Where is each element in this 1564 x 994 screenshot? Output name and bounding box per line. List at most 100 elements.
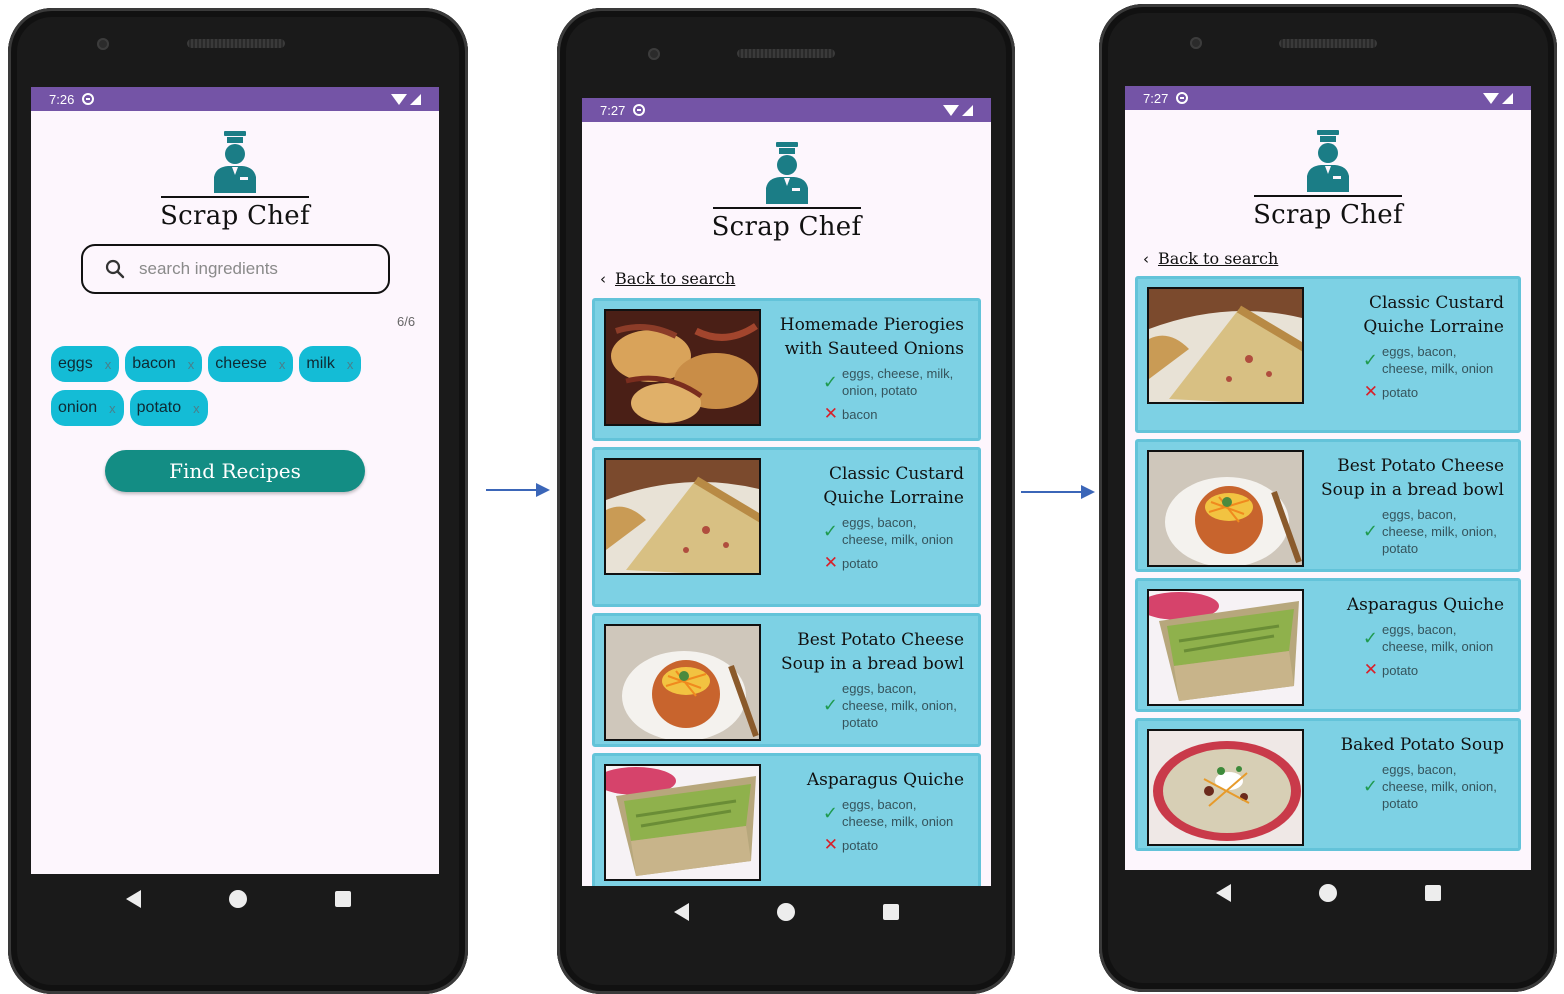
flow-arrow-1 [486,483,550,497]
check-icon: ✓ [1362,627,1378,649]
recipe-info: Homemade Pierogies with Sauteed Onions ✓… [761,301,978,438]
recipe-image [604,458,761,575]
app-logo: Scrap Chef [582,142,991,242]
back-to-search-link[interactable]: ‹ Back to search [600,269,735,288]
recipe-card[interactable]: Baked Potato Soup ✓ eggs, bacon, cheese,… [1135,718,1521,851]
front-camera [648,48,660,60]
chef-icon [1307,130,1349,192]
check-icon: ✓ [822,371,838,393]
nav-back-icon[interactable] [673,903,689,921]
recipe-card[interactable]: Asparagus Quiche ✓ eggs, bacon, cheese, … [1135,578,1521,712]
remove-chip-icon[interactable]: x [105,357,112,372]
recipe-title: Classic Custard Quiche Lorraine [823,464,964,508]
app-logo: Scrap Chef [1125,130,1531,230]
chip-counter: 6/6 [397,314,416,329]
have-ingredients: ✓ eggs, bacon, cheese, milk, onion [1310,621,1504,655]
chip-label: milk [306,355,335,372]
have-ingredients: ✓ eggs, cheese, milk, onion, potato [767,365,964,399]
quiche-photo [1149,289,1302,402]
chevron-left-icon: ‹ [1143,249,1149,268]
status-time: 7:27 [1143,90,1169,106]
nav-recents-icon[interactable] [1424,885,1441,901]
back-to-search-link[interactable]: ‹ Back to search [1143,249,1278,268]
recipe-info: Baked Potato Soup ✓ eggs, bacon, cheese,… [1304,721,1518,848]
missing-ingredients: ✕ potato [1310,382,1504,402]
screen-results-1: 7:27 Scrap Chef ‹ Back to search Homemad… [582,98,991,886]
recipe-card[interactable]: Best Potato Cheese Soup in a bread bowl … [1135,439,1521,572]
have-list: eggs, bacon, cheese, milk, onion, potato [1382,507,1497,556]
chip-milk[interactable]: milk x [299,346,362,382]
nav-recents-icon[interactable] [882,904,899,920]
logo-underline [1254,195,1402,197]
back-label: Back to search [1158,249,1279,268]
app-title: Scrap Chef [160,201,310,231]
recipe-card[interactable]: Asparagus Quiche ✓ eggs, bacon, cheese, … [592,753,981,886]
have-ingredients: ✓ eggs, bacon, cheese, milk, onion, pota… [767,680,964,731]
nav-back-icon[interactable] [125,890,141,908]
nav-home-icon[interactable] [228,890,247,908]
have-list: eggs, bacon, cheese, milk, onion [842,797,954,829]
find-recipes-button[interactable]: Find Recipes [105,450,365,492]
recipe-image [1147,287,1304,404]
chip-eggs[interactable]: eggs x [51,346,120,382]
recipe-card[interactable]: Classic Custard Quiche Lorraine ✓ eggs, … [592,447,981,607]
phone-search: 7:26 Scrap Chef 6/6 [8,8,468,994]
chip-label: cheese [215,355,267,372]
missing-ingredients: ✕ bacon [767,404,964,424]
recipe-image [1147,450,1304,567]
chef-icon [214,131,256,193]
chef-icon [765,142,808,204]
back-label: Back to search [615,269,736,288]
app-title: Scrap Chef [711,212,862,242]
recipe-list: Homemade Pierogies with Sauteed Onions ✓… [592,298,981,886]
search-field[interactable] [81,244,390,294]
recipe-card[interactable]: Homemade Pierogies with Sauteed Onions ✓… [592,298,981,441]
status-bar: 7:26 [31,87,439,111]
check-icon: ✓ [822,802,838,824]
cross-icon: ✕ [1363,382,1378,402]
remove-chip-icon[interactable]: x [279,357,286,372]
recipe-list: Classic Custard Quiche Lorraine ✓ eggs, … [1135,276,1521,870]
have-ingredients: ✓ eggs, bacon, cheese, milk, onion [767,796,964,830]
nav-back-icon[interactable] [1215,884,1231,902]
remove-chip-icon[interactable]: x [188,357,195,372]
asparagus-quiche-photo [1149,591,1302,704]
remove-chip-icon[interactable]: x [193,401,200,416]
pierogi-photo [606,311,759,424]
chip-onion[interactable]: onion x [51,390,124,426]
recipe-image [604,764,761,881]
nav-recents-icon[interactable] [334,891,351,907]
nav-home-icon[interactable] [1318,884,1337,902]
cross-icon: ✕ [1363,660,1378,680]
search-input[interactable] [139,259,369,279]
check-icon: ✓ [1362,349,1378,371]
recipe-title: Best Potato Cheese Soup in a bread bowl [1320,456,1504,500]
do-not-disturb-icon [82,93,95,105]
have-list: eggs, bacon, cheese, milk, onion [1382,344,1494,376]
remove-chip-icon[interactable]: x [109,401,116,416]
cross-icon: ✕ [823,404,838,424]
chip-cheese[interactable]: cheese x [208,346,294,382]
recipe-info: Best Potato Cheese Soup in a bread bowl … [1304,442,1518,569]
recipe-image [604,624,761,741]
missing-list: potato [1382,384,1419,400]
status-bar: 7:27 [1125,86,1531,110]
chip-bacon[interactable]: bacon x [125,346,203,382]
chip-potato[interactable]: potato x [129,390,208,426]
app-logo: Scrap Chef [31,131,439,231]
recipe-card[interactable]: Classic Custard Quiche Lorraine ✓ eggs, … [1135,276,1521,433]
status-time: 7:27 [600,102,626,118]
remove-chip-icon[interactable]: x [347,357,354,372]
status-bar: 7:27 [582,98,991,122]
have-list: eggs, bacon, cheese, milk, onion [842,515,954,547]
recipe-card[interactable]: Best Potato Cheese Soup in a bread bowl … [592,613,981,747]
have-list: eggs, bacon, cheese, milk, onion, potato [842,681,957,730]
nav-home-icon[interactable] [776,903,795,921]
missing-list: bacon [842,406,878,422]
check-icon: ✓ [822,695,838,716]
missing-ingredients: ✕ potato [1310,660,1504,680]
logo-underline [712,207,861,209]
cross-icon: ✕ [823,553,838,573]
recipe-info: Asparagus Quiche ✓ eggs, bacon, cheese, … [1304,581,1518,709]
recipe-title: Asparagus Quiche [806,770,964,790]
